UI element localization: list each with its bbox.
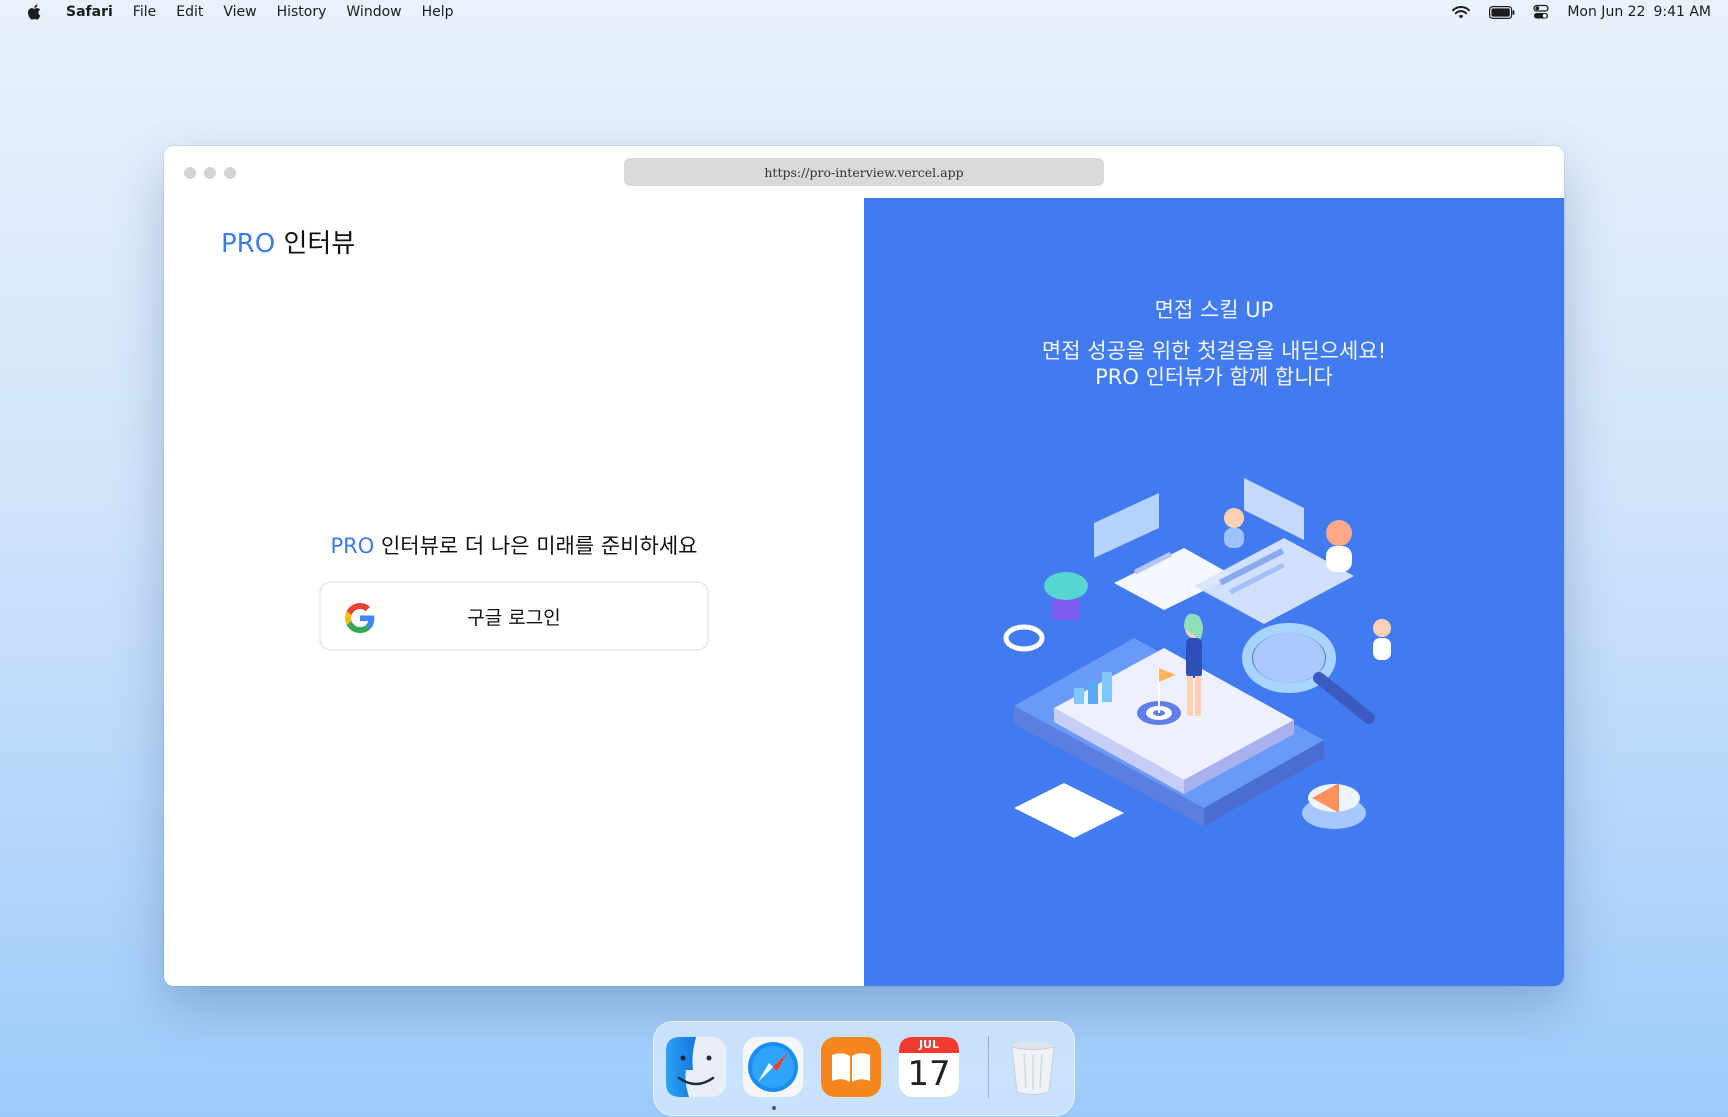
menu-bar: Safari File Edit View History Window Hel…	[0, 0, 1728, 24]
interview-illustration	[1003, 478, 1391, 838]
finder-icon[interactable]	[665, 1036, 727, 1098]
control-center-icon[interactable]	[1533, 4, 1549, 20]
books-icon[interactable]	[820, 1036, 882, 1098]
menu-time: 9:41 AM	[1653, 4, 1711, 20]
menu-date: Mon Jun 22	[1567, 4, 1646, 20]
google-login-label: 구글 로그인	[467, 606, 561, 629]
menu-clock[interactable]: Mon Jun 22 9:41 AM	[1567, 4, 1711, 20]
dock-separator	[988, 1036, 989, 1098]
calendar-day: 17	[907, 1054, 951, 1094]
calendar-date: JUL 17	[898, 1036, 960, 1098]
login-tagline: PRO 인터뷰로 더 나은 미래를 준비하세요	[164, 530, 864, 560]
logo-name: 인터뷰	[283, 229, 356, 259]
safari-icon[interactable]	[742, 1036, 804, 1098]
hero-subtitle-line1: 면접 성공을 위한 첫걸음을 내딛으세요!	[1041, 339, 1387, 363]
hero-title: 면접 스킬 UP	[1154, 298, 1274, 322]
tagline-pro: PRO	[330, 534, 375, 558]
hero-subtitle-line2: PRO 인터뷰가 함께 합니다	[1095, 365, 1333, 389]
google-login-button[interactable]: 구글 로그인	[319, 581, 709, 651]
close-button[interactable]	[184, 167, 196, 179]
zoom-button[interactable]	[224, 167, 236, 179]
wifi-icon[interactable]	[1451, 5, 1471, 20]
menu-file[interactable]: File	[133, 4, 156, 20]
site-logo[interactable]: PRO 인터뷰	[221, 223, 355, 260]
menu-window[interactable]: Window	[346, 4, 401, 20]
menu-history[interactable]: History	[277, 4, 327, 20]
hero-panel: 면접 스킬 UP 면접 성공을 위한 첫걸음을 내딛으세요! PRO 인터뷰가 …	[864, 198, 1564, 986]
minimize-button[interactable]	[204, 167, 216, 179]
dock: JUL 17	[653, 1021, 1075, 1116]
menu-view[interactable]: View	[223, 4, 256, 20]
menu-app-name[interactable]: Safari	[66, 4, 113, 20]
logo-pro: PRO	[221, 229, 276, 259]
calendar-month: JUL	[918, 1038, 940, 1051]
tagline-text: 인터뷰로 더 나은 미래를 준비하세요	[374, 534, 698, 558]
address-bar[interactable]: https://pro-interview.vercel.app	[624, 158, 1104, 186]
login-panel: PRO 인터뷰 PRO 인터뷰로 더 나은 미래를 준비하세요 구글 로그인	[164, 198, 864, 986]
window-controls	[184, 167, 236, 179]
browser-window: https://pro-interview.vercel.app PRO 인터뷰…	[164, 146, 1564, 986]
safari-running-indicator	[772, 1106, 776, 1110]
menu-edit[interactable]: Edit	[176, 4, 203, 20]
menu-help[interactable]: Help	[422, 4, 454, 20]
hero-subtitle: 면접 성공을 위한 첫걸음을 내딛으세요! PRO 인터뷰가 함께 합니다	[864, 338, 1564, 390]
title-bar: https://pro-interview.vercel.app	[164, 146, 1564, 198]
trash-icon[interactable]	[1002, 1036, 1064, 1098]
battery-icon[interactable]	[1489, 5, 1515, 19]
apple-icon[interactable]	[26, 3, 44, 21]
